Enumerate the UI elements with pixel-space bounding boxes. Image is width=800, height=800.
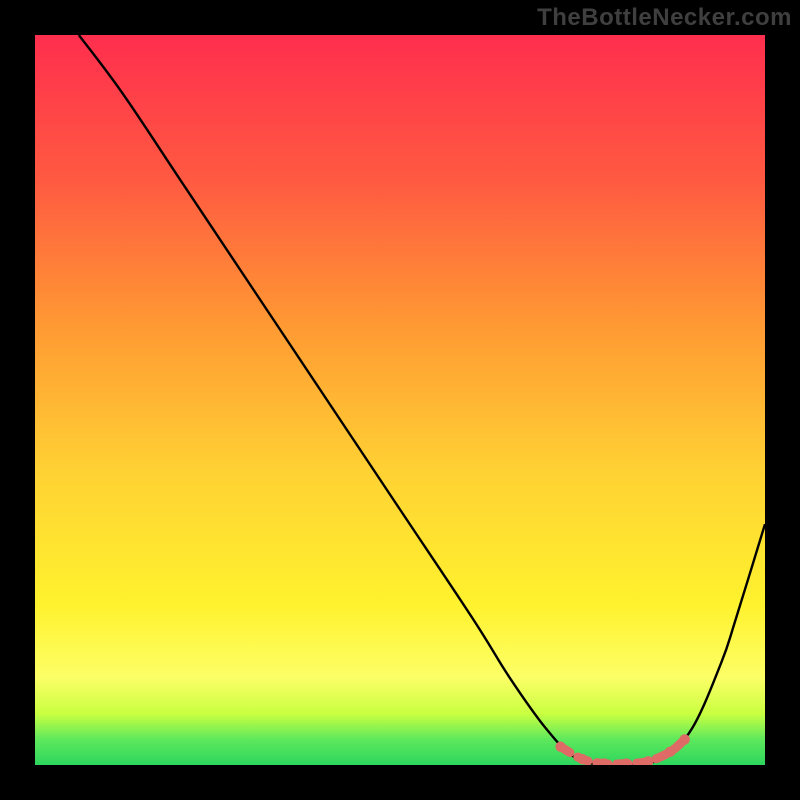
highlight-dot [577, 754, 587, 764]
highlight-dot [665, 747, 675, 757]
highlight-dot [680, 734, 690, 744]
plot-svg [35, 35, 765, 765]
watermark-text: TheBottleNecker.com [537, 4, 792, 32]
highlight-dot [555, 742, 565, 752]
chart-frame: TheBottleNecker.com [0, 0, 800, 800]
background-gradient [35, 35, 765, 765]
plot-area [35, 35, 765, 765]
